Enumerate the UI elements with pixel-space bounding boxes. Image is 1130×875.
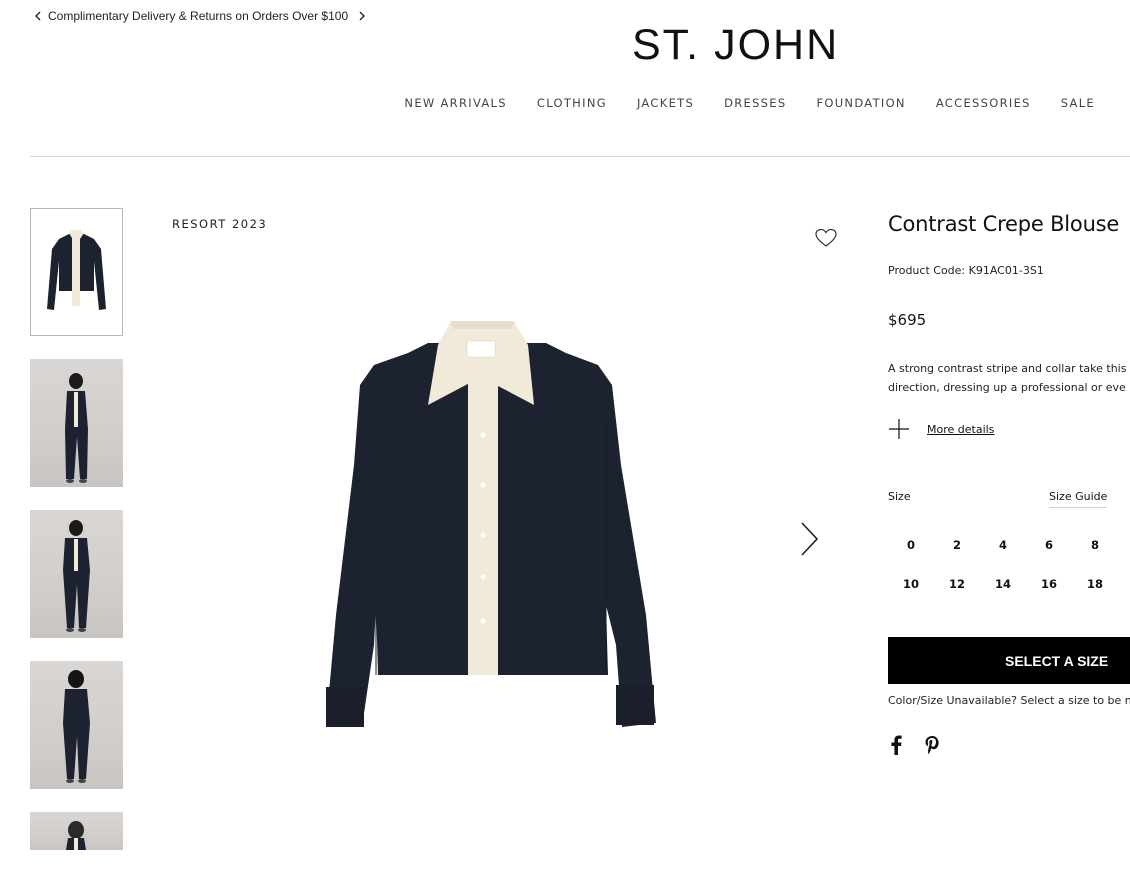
nav-item-jackets[interactable]: JACKETS (637, 96, 694, 110)
main-product-image (316, 315, 666, 740)
size-option[interactable]: 10 (888, 569, 934, 599)
size-option[interactable]: 0 (888, 530, 934, 560)
nav-item-dresses[interactable]: DRESSES (724, 96, 786, 110)
promo-text[interactable]: Complimentary Delivery & Returns on Orde… (48, 9, 348, 23)
size-option[interactable]: 4 (980, 530, 1026, 560)
chevron-right-icon[interactable] (798, 520, 822, 558)
description-line: A strong contrast stripe and collar take… (888, 362, 1127, 375)
unavailable-note[interactable]: Color/Size Unavailable? Select a size to… (888, 694, 1130, 707)
heart-icon[interactable] (814, 228, 838, 248)
brand-logo[interactable]: ST. JOHN (632, 22, 839, 68)
size-option[interactable]: 6 (1026, 530, 1072, 560)
size-option[interactable]: 16 (1026, 569, 1072, 599)
season-label: RESORT 2023 (172, 217, 268, 231)
facebook-icon[interactable] (887, 735, 905, 755)
promo-bar: Complimentary Delivery & Returns on Orde… (30, 8, 370, 24)
thumbnail-model-front[interactable] (30, 359, 123, 487)
description-line: direction, dressing up a professional or… (888, 381, 1126, 394)
header-divider (30, 156, 1130, 157)
product-title: Contrast Crepe Blouse (888, 212, 1120, 236)
nav-item-clothing[interactable]: CLOTHING (537, 96, 607, 110)
social-share (887, 735, 941, 755)
chevron-right-icon[interactable] (354, 8, 370, 24)
size-option[interactable]: 14 (980, 569, 1026, 599)
pinterest-icon[interactable] (923, 735, 941, 755)
nav-item-sale[interactable]: SALE (1061, 96, 1095, 110)
more-details-toggle[interactable]: More details (888, 418, 994, 440)
size-option[interactable]: 12 (934, 569, 980, 599)
thumbnail-model-full[interactable] (30, 510, 123, 638)
thumbnail-product[interactable] (30, 208, 123, 336)
chevron-left-icon[interactable] (30, 8, 46, 24)
product-code: Product Code: K91AC01-3S1 (888, 264, 1044, 277)
thumbnail-model-detail[interactable] (30, 812, 123, 850)
more-details-link[interactable]: More details (927, 423, 994, 436)
product-description: A strong contrast stripe and collar take… (888, 359, 1130, 397)
size-option[interactable]: 8 (1072, 530, 1118, 560)
nav-item-foundation[interactable]: FOUNDATION (816, 96, 905, 110)
plus-icon (889, 419, 909, 439)
size-option[interactable]: 18 (1072, 569, 1118, 599)
main-nav: NEW ARRIVALS CLOTHING JACKETS DRESSES FO… (404, 96, 1095, 110)
size-guide-link[interactable]: Size Guide (1049, 490, 1108, 508)
product-price: $695 (888, 311, 927, 329)
size-label: Size (888, 490, 911, 503)
nav-item-accessories[interactable]: ACCESSORIES (936, 96, 1031, 110)
size-selector: 0 2 4 6 8 10 12 14 16 18 (888, 530, 1118, 599)
select-size-button[interactable]: SELECT A SIZE (888, 637, 1130, 684)
nav-item-new-arrivals[interactable]: NEW ARRIVALS (404, 96, 506, 110)
size-option[interactable]: 2 (934, 530, 980, 560)
thumbnail-model-back[interactable] (30, 661, 123, 789)
